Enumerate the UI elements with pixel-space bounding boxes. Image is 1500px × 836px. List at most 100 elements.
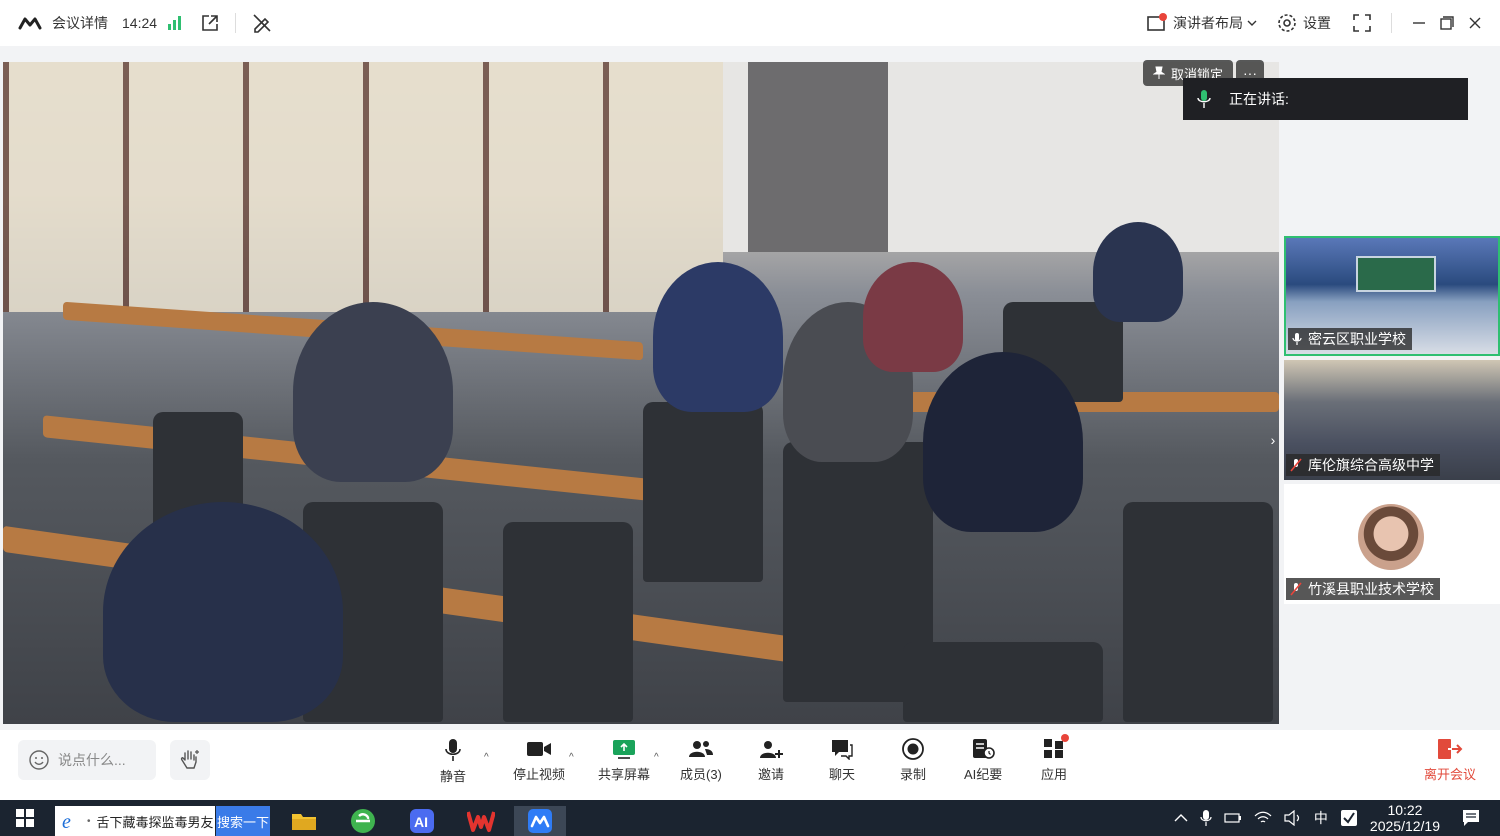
- chevron-right-icon[interactable]: ›: [1265, 428, 1279, 452]
- input-method-indicator[interactable]: 中: [1314, 808, 1328, 828]
- chair: [903, 642, 1103, 722]
- tencent-meeting-icon: [527, 808, 553, 834]
- meeting-app: 会议详情 14:24 演讲者布局 设置 › 取消锁定 ··· 正在讲话: 密云区…: [0, 0, 1500, 836]
- participant-label: 库伦旗综合高级中学: [1286, 454, 1440, 476]
- close-icon[interactable]: [1468, 16, 1482, 30]
- restore-window-icon[interactable]: [1440, 16, 1454, 30]
- participant-person: [293, 302, 453, 482]
- mute-options-chevron-icon[interactable]: ^: [484, 752, 489, 763]
- wps-icon: [467, 809, 495, 833]
- exit-icon: [1437, 738, 1463, 760]
- divider: [235, 13, 237, 33]
- participant-thumbnail[interactable]: 库伦旗综合高级中学: [1284, 360, 1500, 480]
- settings-button[interactable]: 设置: [1303, 13, 1331, 33]
- battery-icon[interactable]: [1224, 811, 1242, 825]
- search-button[interactable]: 搜索一下: [216, 806, 270, 836]
- door: [748, 62, 888, 252]
- microphone-muted-icon: [1290, 582, 1302, 596]
- quick-chat-input[interactable]: 说点什么...: [18, 740, 156, 780]
- clock-date: 2025/12/19: [1369, 818, 1440, 834]
- fullscreen-icon[interactable]: [1353, 14, 1371, 32]
- participant-name: 竹溪县职业技术学校: [1308, 581, 1434, 597]
- raise-hand-button[interactable]: [170, 740, 210, 780]
- microphone-tray-icon[interactable]: [1200, 809, 1212, 827]
- chat-icon: [830, 738, 854, 760]
- signal-strength-icon[interactable]: [167, 16, 183, 30]
- browser-taskbar-button[interactable]: [337, 806, 389, 836]
- windows-logo-icon: [15, 808, 35, 828]
- presenter-layout-button[interactable]: 演讲者布局: [1173, 13, 1243, 33]
- windows-start-button[interactable]: [0, 800, 50, 836]
- ai-app-icon: AI: [409, 808, 435, 834]
- tencent-meeting-taskbar-button[interactable]: [514, 806, 566, 836]
- ie-browser-icon: e: [61, 811, 81, 831]
- record-button[interactable]: 录制: [900, 738, 926, 783]
- invite-button[interactable]: 邀请: [758, 738, 784, 783]
- meeting-details-button[interactable]: 会议详情: [52, 13, 108, 33]
- meeting-duration: 14:24: [122, 15, 158, 31]
- mute-button[interactable]: 静音: [440, 738, 466, 785]
- chair: [503, 522, 633, 722]
- security-check-icon[interactable]: [1340, 809, 1358, 827]
- notification-dot: [1061, 734, 1069, 742]
- video-options-chevron-icon[interactable]: ^: [569, 752, 574, 763]
- wifi-icon[interactable]: [1254, 810, 1272, 826]
- microphone-icon: [1292, 332, 1302, 346]
- taskbar-search-input[interactable]: e • 舌下藏毒探监毒男友: [55, 806, 215, 836]
- share-screen-button[interactable]: 共享屏幕: [598, 738, 650, 783]
- emoji-icon[interactable]: [28, 749, 50, 771]
- notification-dot: [1159, 13, 1167, 21]
- minimize-icon[interactable]: [1412, 16, 1426, 30]
- apps-button[interactable]: 应用: [1041, 734, 1069, 783]
- title-bar: 会议详情 14:24 演讲者布局 设置: [0, 0, 1500, 46]
- participant-label: 密云区职业学校: [1288, 328, 1412, 350]
- participant-name: 密云区职业学校: [1308, 331, 1406, 347]
- ai-minutes-icon: [971, 738, 995, 760]
- participant-label: 竹溪县职业技术学校: [1286, 578, 1440, 600]
- leave-meeting-button[interactable]: 离开会议: [1424, 738, 1476, 783]
- speaking-label: 正在讲话:: [1229, 91, 1289, 107]
- main-video-feed[interactable]: ›: [3, 62, 1279, 724]
- open-external-icon[interactable]: [201, 14, 219, 32]
- clock-time: 10:22: [1387, 802, 1423, 818]
- share-options-chevron-icon[interactable]: ^: [654, 752, 659, 763]
- video-camera-icon: [526, 738, 552, 760]
- stop-video-button[interactable]: 停止视频: [513, 738, 565, 783]
- chevron-down-icon[interactable]: [1247, 19, 1257, 27]
- ai-minutes-button[interactable]: AI纪要: [964, 738, 1002, 783]
- participant-person: [1093, 222, 1183, 322]
- participant-person: [863, 262, 963, 372]
- system-clock[interactable]: 10:22 2025/12/19: [1370, 802, 1440, 834]
- chevron-up-icon[interactable]: [1174, 813, 1188, 823]
- participant-thumbnail[interactable]: 竹溪县职业技术学校: [1284, 484, 1500, 604]
- svg-text:AI: AI: [414, 814, 428, 830]
- chat-button[interactable]: 聊天: [829, 738, 855, 783]
- participant-name: 库伦旗综合高级中学: [1308, 457, 1434, 473]
- tencent-meeting-logo-icon: [18, 16, 42, 30]
- gear-icon[interactable]: [1277, 13, 1297, 33]
- presenter-layout-icon[interactable]: [1147, 13, 1167, 32]
- members-button[interactable]: 成员(3): [680, 738, 722, 783]
- microphone-active-icon: [1197, 89, 1211, 109]
- avatar: [1358, 504, 1424, 570]
- bookshelf: [3, 62, 723, 312]
- search-text: 舌下藏毒探监毒男友: [96, 814, 214, 830]
- chat-placeholder: 说点什么...: [58, 752, 126, 768]
- microphone-muted-icon: [1290, 458, 1302, 472]
- wps-taskbar-button[interactable]: [455, 806, 507, 836]
- file-explorer-taskbar-button[interactable]: [278, 806, 330, 836]
- green-browser-icon: [350, 808, 376, 834]
- add-user-icon: [758, 738, 784, 760]
- pin-icon: [1153, 66, 1165, 80]
- raise-hand-icon: [179, 748, 201, 772]
- no-edit-icon[interactable]: [252, 13, 272, 33]
- members-icon: [688, 738, 714, 760]
- folder-icon: [291, 810, 317, 832]
- share-screen-icon: [612, 738, 636, 760]
- notification-center-icon[interactable]: [1462, 809, 1480, 827]
- ai-app-taskbar-button[interactable]: AI: [396, 806, 448, 836]
- participant-thumbnail[interactable]: 密云区职业学校: [1284, 236, 1500, 356]
- participant-person: [103, 502, 343, 722]
- volume-icon[interactable]: [1284, 810, 1302, 826]
- speaking-indicator: 正在讲话:: [1183, 78, 1468, 120]
